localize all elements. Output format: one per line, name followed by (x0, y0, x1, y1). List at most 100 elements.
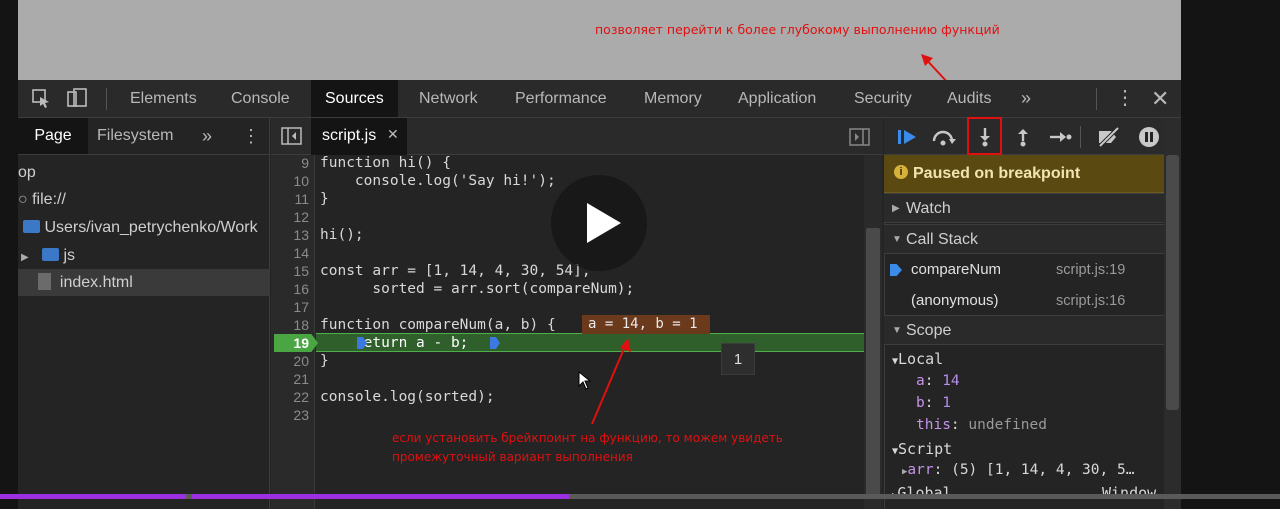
tab-application[interactable]: Application (738, 80, 816, 117)
scope-label: Global (897, 484, 952, 502)
call-frame-name[interactable]: (anonymous) (911, 292, 999, 309)
kebab-menu-icon[interactable]: ⋮ (1115, 80, 1135, 117)
annotation-breakpoint-line1: если установить брейкпоинт на функцию, т… (392, 431, 783, 445)
close-tab-icon[interactable]: ✕ (387, 126, 399, 143)
file-tab-script-js[interactable]: script.js ✕ (311, 118, 407, 155)
step-out-icon[interactable] (1014, 127, 1032, 152)
code-line: console.log(sorted); (320, 389, 495, 405)
code-line: hi(); (320, 227, 364, 243)
scope-local[interactable]: ▼Local (892, 350, 943, 368)
expand-arrow-icon[interactable]: ▶ (21, 252, 29, 263)
resume-icon[interactable] (896, 127, 920, 152)
var-value: (5) [1, 14, 4, 30, 5… (951, 462, 1135, 478)
line-number[interactable]: 13 (271, 226, 309, 244)
line-number[interactable]: 12 (271, 208, 309, 226)
folder-icon (42, 248, 60, 261)
line-number[interactable]: 10 (271, 172, 309, 190)
line-number[interactable]: 18 (271, 316, 309, 334)
line-number-breakpoint[interactable]: 19 (271, 334, 309, 352)
section-call-stack[interactable]: ▼ Call Stack (884, 224, 1164, 254)
scope-script[interactable]: ▼Script (892, 440, 952, 458)
tree-item-label: js (63, 247, 76, 264)
line-number[interactable]: 15 (271, 262, 309, 280)
expanded-arrow-icon: ▼ (892, 325, 902, 336)
tree-item-label: index.html (59, 274, 133, 291)
editor-scrollbar-thumb[interactable] (866, 228, 880, 496)
section-label: Watch (906, 200, 951, 217)
section-watch[interactable]: ▶ Watch (884, 193, 1164, 223)
value-tooltip: 1 (721, 343, 755, 375)
file-tab-label: script.js (322, 127, 377, 144)
debugger-toolbar (884, 117, 1164, 155)
tab-sources[interactable]: Sources (311, 80, 398, 117)
more-navigator-icon[interactable]: » (202, 118, 212, 154)
line-number[interactable]: 16 (271, 280, 309, 298)
tab-console[interactable]: Console (231, 80, 290, 117)
step-over-icon[interactable] (931, 127, 959, 152)
folder-icon (23, 220, 40, 233)
line-number[interactable]: 17 (271, 298, 309, 316)
line-number[interactable]: 14 (271, 244, 309, 262)
global-value: Window (1102, 484, 1157, 502)
var-value: 14 (942, 373, 960, 389)
var-name: b (916, 395, 925, 411)
more-tabs-icon[interactable]: » (1021, 80, 1031, 117)
tab-network[interactable]: Network (419, 80, 478, 117)
navigator-menu-icon[interactable]: ⋮ (242, 118, 260, 154)
tab-filesystem[interactable]: Filesystem (97, 118, 173, 154)
call-frame-location[interactable]: script.js:16 (1056, 293, 1125, 309)
inspect-element-icon[interactable] (30, 88, 52, 113)
tree-item-users-folder[interactable]: Users/ivan_petrychenko/Work (18, 214, 270, 241)
line-number[interactable]: 9 (271, 154, 309, 172)
play-icon (587, 203, 621, 243)
close-devtools-icon[interactable]: ✕ (1151, 80, 1169, 117)
scope-global[interactable]: ▶GlobalWindow (892, 484, 1162, 502)
tab-performance[interactable]: Performance (515, 80, 607, 117)
var-value: 1 (942, 395, 951, 411)
code-line: console.log('Say hi!'); (320, 173, 556, 189)
toolbar-divider (106, 88, 107, 110)
line-number[interactable]: 23 (271, 406, 309, 424)
toggle-navigator-icon[interactable] (281, 126, 303, 151)
tab-elements[interactable]: Elements (130, 80, 197, 117)
line-number[interactable]: 21 (271, 370, 309, 388)
call-frame-location[interactable]: script.js:19 (1056, 262, 1125, 278)
line-number[interactable]: 22 (271, 388, 309, 406)
step-icon[interactable] (1048, 127, 1072, 152)
scope-var-b[interactable]: b: 1 (916, 395, 951, 411)
scope-label: Script (898, 440, 953, 458)
section-label: Call Stack (906, 231, 979, 248)
tab-audits[interactable]: Audits (947, 80, 991, 117)
toggle-debugger-icon[interactable] (849, 127, 871, 152)
tab-page[interactable]: Page (18, 118, 88, 154)
deactivate-breakpoints-icon[interactable] (1096, 126, 1122, 152)
expanded-arrow-icon: ▼ (892, 234, 902, 245)
tree-item-file[interactable]: ○ file:// (18, 186, 270, 213)
annotation-arrow-bottom (591, 338, 631, 425)
tab-security[interactable]: Security (854, 80, 912, 117)
var-name: a (916, 373, 925, 389)
video-play-button[interactable] (551, 175, 647, 271)
video-progress-played (192, 494, 569, 499)
line-number[interactable]: 11 (271, 190, 309, 208)
paused-banner: i Paused on breakpoint (884, 155, 1164, 193)
scope-var-a[interactable]: a: 14 (916, 373, 960, 389)
info-icon: i (894, 165, 908, 179)
cloud-icon: ○ (18, 191, 33, 208)
annotation-breakpoint-line2: промежуточный вариант выполнения (392, 450, 633, 464)
sidebar-scrollbar-thumb[interactable] (1166, 155, 1179, 410)
inspected-page-area (18, 0, 1181, 80)
scope-var-this[interactable]: this: undefined (916, 417, 1047, 433)
scope-var-arr[interactable]: ▶arr: (5) [1, 14, 4, 30, 5… (902, 462, 1162, 478)
section-scope[interactable]: ▼ Scope (884, 315, 1164, 345)
tree-item-label: op (18, 164, 36, 181)
step-into-icon[interactable] (976, 127, 994, 152)
call-frame-name[interactable]: compareNum (911, 261, 1001, 278)
tab-memory[interactable]: Memory (644, 80, 702, 117)
pause-on-exceptions-icon[interactable] (1138, 126, 1160, 153)
tree-item-index-html[interactable]: index.html (18, 269, 270, 296)
tree-item-js-folder[interactable]: ▶ js (18, 242, 270, 269)
line-number[interactable]: 20 (271, 352, 309, 370)
tree-item-top[interactable]: op (18, 159, 270, 186)
device-toolbar-icon[interactable] (66, 88, 88, 113)
